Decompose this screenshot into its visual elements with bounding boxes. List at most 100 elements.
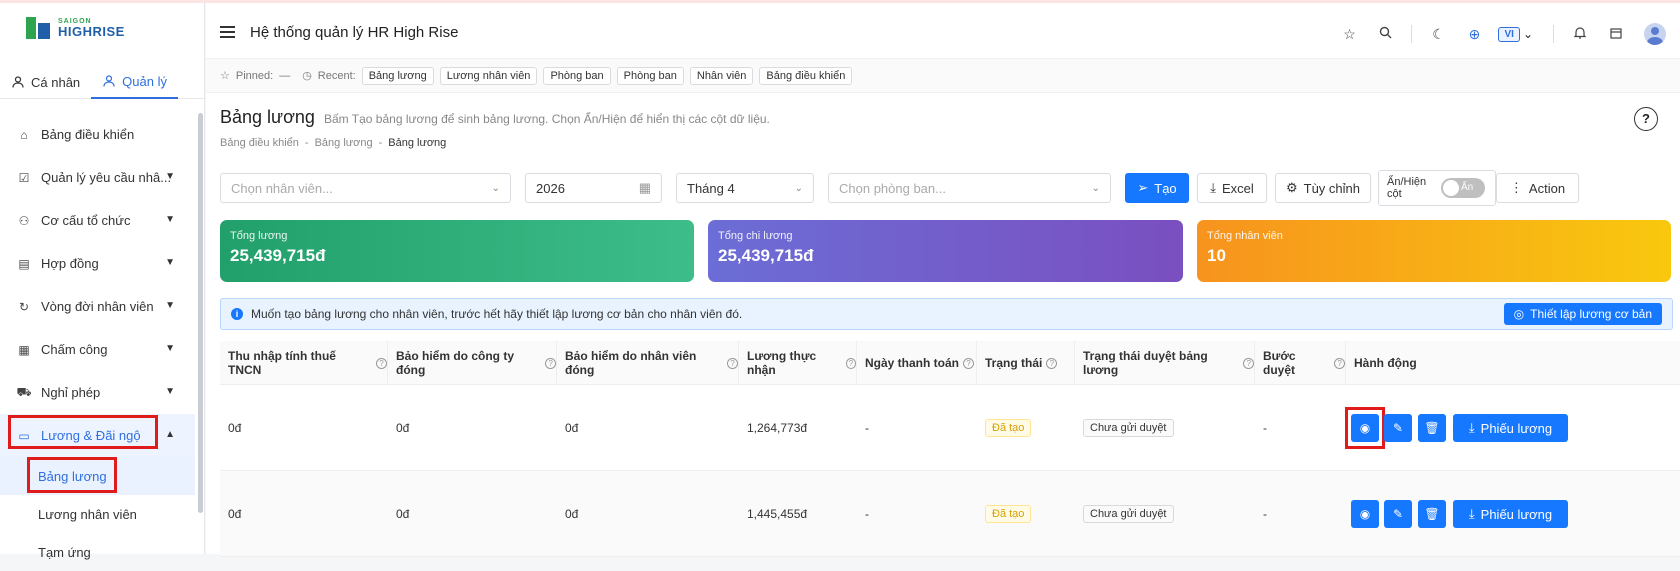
home-icon: ⌂ — [20, 127, 28, 142]
sidebar-item-contracts[interactable]: ▤ Hợp đồng ▼ — [0, 242, 195, 285]
highlight-box — [8, 415, 158, 449]
sidebar-subitem-employee-salary[interactable]: Lương nhân viên — [0, 495, 195, 533]
divider — [1553, 25, 1554, 43]
user-icon — [102, 74, 116, 88]
chevron-down-icon: ▼ — [165, 214, 175, 225]
edit-button[interactable]: ✎ — [1384, 414, 1412, 442]
sidebar-item-payroll[interactable]: ▭ Lương & Đãi ngộ ▲ — [0, 414, 195, 457]
breadcrumb-item[interactable]: Bảng điều khiển — [220, 137, 299, 149]
stat-card-label: Tổng nhân viên — [1207, 230, 1283, 242]
menu-icon[interactable] — [220, 26, 235, 38]
column-toggle[interactable]: Ẩn/Hiện cột Ẩn — [1378, 170, 1496, 206]
cell-net-salary: 1,445,455đ — [747, 507, 808, 521]
sidebar-item-requests[interactable]: ☑ Quản lý yêu cầu nhâ... ▼ — [0, 156, 195, 199]
cell-approval-status: Chưa gửi duyệt — [1075, 385, 1174, 471]
excel-button[interactable]: ⤓ Excel — [1197, 173, 1267, 203]
recent-label: Recent: — [317, 69, 356, 82]
download-icon: ⤓ — [1210, 180, 1216, 195]
cell-approval-step: - — [1263, 507, 1267, 521]
sidebar-item-leave[interactable]: ⛟ Nghỉ phép ▼ — [0, 371, 195, 414]
cell-payment-date: - — [865, 421, 869, 435]
tab-personal[interactable]: Cá nhân — [0, 65, 91, 99]
pinned-recent-bar: ☆ Pinned: — ◷ Recent: Bảng lương Lương n… — [206, 59, 1680, 93]
help-icon[interactable]: ? — [1634, 107, 1658, 131]
create-button[interactable]: ➢ Tạo — [1125, 173, 1189, 203]
customize-button-label: Tùy chỉnh — [1303, 180, 1361, 196]
breadcrumb-sep: - — [378, 137, 383, 149]
tab-management[interactable]: Quản lý — [91, 65, 178, 99]
bell-icon[interactable] — [1562, 26, 1598, 42]
search-icon[interactable] — [1367, 26, 1403, 42]
cell-net-salary: 1,264,773đ — [747, 421, 808, 435]
sidebar-item-dashboard[interactable]: ⌂ Bảng điều khiển — [0, 113, 195, 156]
delete-button[interactable]: 🗑 — [1418, 500, 1446, 528]
help-circle-icon: ? — [545, 357, 556, 369]
sidebar-item-label: Nghỉ phép — [41, 385, 101, 400]
sidebar-subitem-label: Tạm ứng — [38, 544, 91, 560]
excel-button-label: Excel — [1221, 180, 1254, 196]
payslip-button[interactable]: ⤓ Phiếu lương — [1453, 500, 1568, 528]
column-header: Thu nhập tính thuế TNCN? — [220, 341, 388, 385]
recent-chip[interactable]: Bảng lương — [361, 66, 434, 85]
year-value: 2026 — [536, 180, 565, 196]
department-select[interactable]: Chọn phòng ban... ⌄ — [828, 173, 1111, 203]
sidebar-subitem-advance[interactable]: Tạm ứng — [0, 533, 195, 571]
sidebar-item-lifecycle[interactable]: ↻ Vòng đời nhân viên ▼ — [0, 285, 195, 328]
payslip-button[interactable]: ⤓ Phiếu lương — [1453, 414, 1568, 442]
customize-button[interactable]: ⚙ Tùy chỉnh — [1275, 173, 1371, 203]
page-title: Bảng lương — [220, 107, 315, 127]
view-button[interactable]: ◉ — [1351, 500, 1379, 528]
cell-company-insurance: 0đ — [396, 507, 410, 521]
tab-personal-label: Cá nhân — [31, 74, 81, 90]
highlight-box — [1345, 407, 1385, 449]
column-toggle-switch[interactable]: Ẩn — [1441, 178, 1485, 198]
star-icon[interactable]: ☆ — [1331, 26, 1367, 43]
pencil-icon: ✎ — [1392, 507, 1404, 521]
logo[interactable]: SAIGON HIGHRISE — [26, 15, 125, 41]
recent-chip[interactable]: Lương nhân viên — [439, 66, 538, 85]
recent-chip[interactable]: Bảng điều khiển — [759, 66, 853, 85]
pinned-value: — — [279, 69, 291, 82]
car-icon: ⛟ — [16, 384, 32, 399]
column-header-label: Bảo hiểm do công ty đóng — [396, 349, 515, 377]
cell-company-insurance: 0đ — [396, 421, 410, 435]
action-button[interactable]: ⋮ Action — [1496, 173, 1579, 203]
status-badge: Đã tạo — [985, 505, 1032, 523]
sidebar-item-attendance[interactable]: ▦ Chấm công ▼ — [0, 328, 195, 371]
breadcrumb-item[interactable]: Bảng lương — [315, 137, 373, 149]
help-circle-icon: ? — [1243, 357, 1254, 369]
delete-button[interactable]: 🗑 — [1418, 414, 1446, 442]
month-select[interactable]: Tháng 4 ⌄ — [676, 173, 814, 203]
sidebar-item-org[interactable]: ⚇ Cơ cấu tổ chức ▼ — [0, 199, 195, 242]
recent-chip[interactable]: Phòng ban — [543, 66, 611, 85]
recent-chip[interactable]: Nhân viên — [689, 66, 754, 85]
sidebar-scrollbar[interactable] — [198, 113, 203, 513]
payroll-table: Thu nhập tính thuế TNCN? Bảo hiểm do côn… — [220, 341, 1680, 557]
employee-select[interactable]: Chọn nhân viên... ⌄ — [220, 173, 511, 203]
cell-employee-insurance: 0đ — [565, 507, 579, 521]
recent-chip[interactable]: Phòng ban — [616, 66, 684, 85]
filter-bar: Chọn nhân viên... ⌄ 2026 ▦ Tháng 4 ⌄ Chọ… — [220, 170, 1680, 206]
cell-status: Đã tạo — [977, 385, 1032, 471]
year-picker[interactable]: 2026 ▦ — [525, 173, 662, 203]
edit-button[interactable]: ✎ — [1384, 500, 1412, 528]
cell-taxable-income: 0đ — [228, 421, 242, 435]
avatar[interactable] — [1644, 23, 1666, 45]
divider — [1411, 25, 1413, 43]
cell-approval-step: - — [1263, 421, 1267, 435]
setup-base-salary-button[interactable]: ◎ Thiết lập lương cơ bản — [1503, 303, 1662, 325]
add-circle-icon[interactable]: ⊕ — [1456, 26, 1492, 43]
column-header-label: Bảo hiểm do nhân viên đóng — [565, 349, 697, 377]
stat-card-value: 25,439,715đ — [230, 246, 326, 265]
stat-card-label: Tổng lương — [230, 230, 288, 242]
eye-icon: ◉ — [1359, 507, 1371, 521]
moon-icon[interactable]: ☾ — [1420, 26, 1456, 43]
breadcrumb-current: Bảng lương — [388, 137, 447, 149]
sidebar-subitem-payroll-sheet[interactable]: Bảng lương — [0, 457, 195, 495]
status-badge: Đã tạo — [985, 419, 1032, 437]
sidebar-item-label: Vòng đời nhân viên — [41, 299, 154, 314]
language-selector[interactable]: VI ⌄ — [1498, 26, 1533, 42]
sidebar-item-label: Quản lý yêu cầu nhâ... — [41, 170, 172, 185]
calendar-icon[interactable] — [1598, 26, 1634, 42]
column-header: Trạng thái? — [977, 341, 1075, 385]
